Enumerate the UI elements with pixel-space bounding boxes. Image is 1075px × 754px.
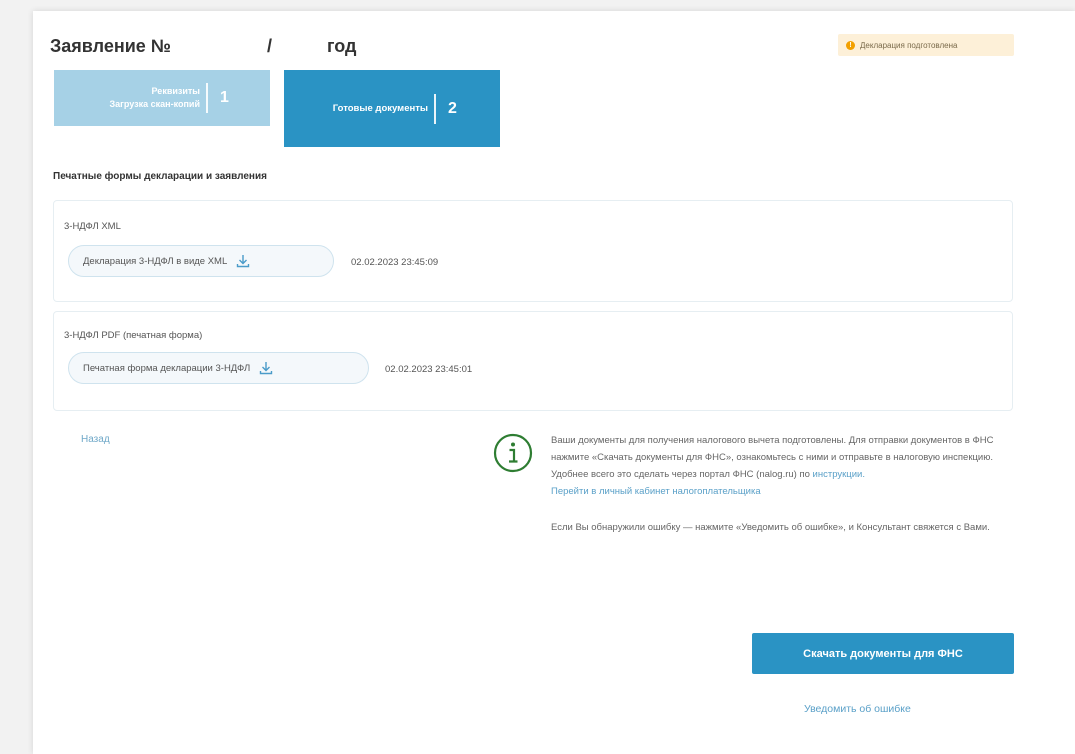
- step-tab-ready-documents[interactable]: Готовые документы 2: [284, 70, 500, 147]
- title-slash: /: [267, 36, 273, 56]
- step-1-label: Реквизиты Загрузка скан-копий: [54, 85, 206, 111]
- document-type: 3-НДФЛ XML: [64, 221, 121, 232]
- step-1-label-line2: Загрузка скан-копий: [109, 99, 200, 109]
- download-pdf-button[interactable]: Печатная форма декларации 3-НДФЛ: [68, 352, 369, 384]
- title-prefix: Заявление №: [50, 36, 171, 56]
- status-badge-label: Декларация подготовлена: [860, 40, 958, 50]
- download-button-label: Декларация 3-НДФЛ в виде XML: [83, 255, 228, 267]
- document-block-pdf: 3-НДФЛ PDF (печатная форма) Печатная фор…: [53, 311, 1013, 411]
- step-1-number: 1: [220, 89, 229, 106]
- document-type: 3-НДФЛ PDF (печатная форма): [64, 330, 203, 341]
- step-1-divider: [206, 83, 208, 113]
- info-icon: [493, 433, 533, 473]
- document-date: 02.02.2023 23:45:09: [351, 257, 439, 268]
- download-documents-button[interactable]: Скачать документы для ФНС: [752, 633, 1014, 674]
- report-error-link[interactable]: Уведомить об ошибке: [804, 703, 911, 715]
- download-icon: [259, 362, 273, 375]
- instruction-link[interactable]: инструкции.: [813, 469, 865, 480]
- status-badge: ! Декларация подготовлена: [838, 34, 1014, 56]
- info-message: Ваши документы для получения налогового …: [551, 432, 1016, 536]
- download-button-label: Печатная форма декларации 3-НДФЛ: [83, 362, 251, 374]
- step-2-label: Готовые документы: [332, 103, 428, 114]
- info-paragraph-1: Ваши документы для получения налогового …: [551, 432, 1016, 500]
- document-date: 02.02.2023 23:45:01: [385, 364, 473, 375]
- step-2-number: 2: [448, 99, 457, 117]
- document-block-xml: 3-НДФЛ XML Декларация 3-НДФЛ в виде XML …: [53, 200, 1013, 302]
- title-suffix: год: [327, 36, 357, 56]
- section-title: Печатные формы декларации и заявления: [53, 171, 267, 182]
- warning-icon: !: [846, 40, 855, 50]
- step-tab-requisites[interactable]: Реквизиты Загрузка скан-копий 1: [54, 70, 270, 126]
- step-2-divider: [434, 93, 436, 124]
- download-icon: [237, 255, 250, 268]
- step-1-label-line1: Реквизиты: [151, 86, 200, 96]
- info-paragraph-2: Если Вы обнаружили ошибку — нажмите «Уве…: [551, 522, 990, 533]
- back-link[interactable]: Назад: [81, 434, 110, 445]
- taxpayer-cabinet-link[interactable]: Перейти в личный кабинет налогоплательщи…: [551, 486, 761, 497]
- download-xml-button[interactable]: Декларация 3-НДФЛ в виде XML: [68, 245, 334, 277]
- info-text: Ваши документы для получения налогового …: [551, 435, 994, 480]
